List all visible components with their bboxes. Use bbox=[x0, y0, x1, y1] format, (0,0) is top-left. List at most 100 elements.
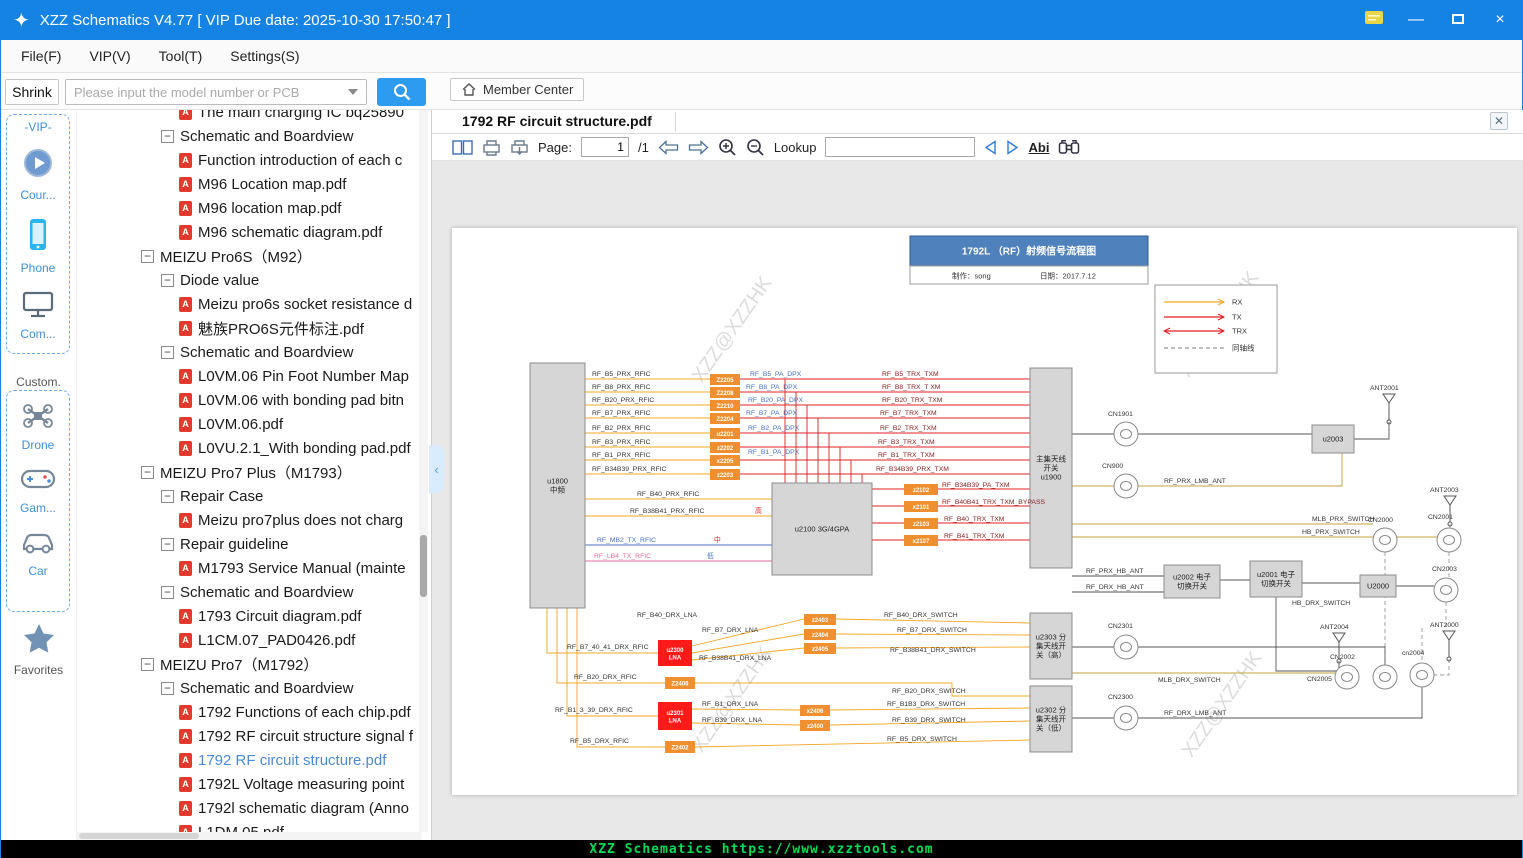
tree-file[interactable]: A M96 Location map.pdf bbox=[77, 172, 422, 196]
sidebar-item-car-label[interactable]: Car bbox=[28, 564, 47, 578]
menu-settings[interactable]: Settings(S) bbox=[216, 48, 313, 64]
collapse-minus-icon[interactable]: − bbox=[141, 249, 154, 263]
binoculars-search-icon[interactable] bbox=[1058, 139, 1080, 155]
print-current-page-icon[interactable] bbox=[510, 139, 529, 156]
sidebar-item-phone[interactable] bbox=[27, 218, 49, 257]
sidebar-item-course-label[interactable]: Cour... bbox=[20, 188, 55, 202]
signal-label: MLB_DRX_SWITCH bbox=[1158, 677, 1221, 684]
minimize-button[interactable]: — bbox=[1406, 11, 1426, 29]
tree-folder[interactable]: − Schematic and Boardview bbox=[77, 340, 422, 364]
model-search-input[interactable] bbox=[66, 84, 348, 100]
tree-folder[interactable]: − MEIZU Pro7 Plus（M1793） bbox=[77, 460, 422, 484]
tree-file[interactable]: A 1792 RF circuit structure.pdf bbox=[77, 748, 422, 772]
collapse-minus-icon[interactable]: − bbox=[161, 273, 174, 287]
menu-file[interactable]: File(F) bbox=[7, 48, 75, 64]
menubar: File(F) VIP(V) Tool(T) Settings(S) bbox=[1, 40, 1522, 73]
sidebar-item-drone[interactable] bbox=[22, 401, 54, 434]
sidebar-item-car[interactable] bbox=[20, 529, 56, 560]
tree-file[interactable]: A Function introduction of each c bbox=[77, 148, 422, 172]
sidebar-item-computer-label[interactable]: Com... bbox=[20, 327, 55, 341]
find-next-icon[interactable] bbox=[1006, 139, 1019, 155]
search-icon bbox=[393, 84, 410, 101]
tree-file[interactable]: A 1792 RF circuit structure signal f bbox=[77, 724, 422, 748]
tree-vertical-scrollbar[interactable] bbox=[419, 110, 428, 832]
tree-folder[interactable]: − Diode value bbox=[77, 268, 422, 292]
collapse-minus-icon[interactable]: − bbox=[161, 489, 174, 503]
signal-label: RF_B1_DRX_LNA bbox=[702, 701, 759, 708]
tree-file[interactable]: A L0VM.06 with bonding pad bitn bbox=[77, 388, 422, 412]
tree-item-label: Repair Case bbox=[180, 487, 264, 505]
scrollbar-thumb[interactable] bbox=[79, 833, 199, 839]
antenna-label: ANT2003 bbox=[1430, 487, 1459, 494]
zoom-out-icon[interactable] bbox=[746, 138, 765, 157]
sidebar-item-drone-label[interactable]: Drone bbox=[22, 438, 55, 452]
lookup-input[interactable] bbox=[825, 137, 976, 157]
tree-folder[interactable]: − Schematic and Boardview bbox=[77, 124, 422, 148]
tree-file[interactable]: A Meizu pro7plus does not charg bbox=[77, 508, 422, 532]
menu-tool[interactable]: Tool(T) bbox=[145, 48, 217, 64]
tree-folder[interactable]: − Repair guideline bbox=[77, 532, 422, 556]
collapse-minus-icon[interactable]: − bbox=[161, 129, 174, 143]
collapse-minus-icon[interactable]: − bbox=[161, 681, 174, 695]
sidebar-item-phone-label[interactable]: Phone bbox=[21, 261, 56, 275]
search-button[interactable] bbox=[377, 78, 426, 106]
close-button[interactable]: × bbox=[1490, 11, 1510, 29]
tree-file[interactable]: A 1792L Voltage measuring point bbox=[77, 772, 422, 796]
tree-folder[interactable]: − Schematic and Boardview bbox=[77, 580, 422, 604]
tree-folder[interactable]: − MEIZU Pro6S（M92） bbox=[77, 244, 422, 268]
tree-file[interactable]: A 1793 Circuit diagram.pdf bbox=[77, 604, 422, 628]
shrink-button[interactable]: Shrink bbox=[5, 79, 59, 105]
find-previous-icon[interactable] bbox=[984, 139, 997, 155]
sidebar-item-course[interactable] bbox=[22, 147, 54, 184]
tree-file[interactable]: A M96 schematic diagram.pdf bbox=[77, 220, 422, 244]
tree-file[interactable]: A M1793 Service Manual (mainte bbox=[77, 556, 422, 580]
dropdown-chevron-icon[interactable] bbox=[348, 89, 358, 95]
tree-folder[interactable]: − MEIZU Pro7（M1792） bbox=[77, 652, 422, 676]
document-tab-bar: 1792 RF circuit structure.pdf ✕ bbox=[432, 110, 1523, 134]
pdf-file-icon: A bbox=[179, 200, 192, 216]
tree-folder[interactable]: − Schematic and Boardview bbox=[77, 676, 422, 700]
tree-file[interactable]: A M96 location map.pdf bbox=[77, 196, 422, 220]
menu-vip[interactable]: VIP(V) bbox=[75, 48, 144, 64]
tree-file[interactable]: A 魅族PRO6S元件标注.pdf bbox=[77, 316, 422, 340]
tree-horizontal-scrollbar[interactable] bbox=[77, 832, 422, 840]
close-document-icon[interactable]: ✕ bbox=[1490, 112, 1508, 130]
tree-file[interactable]: A L1CM.07_PAD0426.pdf bbox=[77, 628, 422, 652]
pdf-canvas[interactable]: XZZ@XZZHKXZZ@XZZHKXZZ@XZZHKXZZ@XZZHKu180… bbox=[432, 161, 1523, 840]
schematic-maker: 制作：song bbox=[952, 271, 991, 281]
connector-pin bbox=[1440, 585, 1452, 595]
collapse-minus-icon[interactable]: − bbox=[161, 585, 174, 599]
match-case-toggle[interactable]: Abi bbox=[1028, 140, 1049, 155]
collapse-minus-icon[interactable]: − bbox=[161, 345, 174, 359]
next-page-icon[interactable] bbox=[688, 139, 709, 155]
sidebar-item-favorites[interactable]: Favorites bbox=[1, 622, 76, 677]
maximize-button[interactable] bbox=[1448, 11, 1468, 29]
signal-label: RF_PRX_LMB_ANT bbox=[1164, 478, 1226, 485]
tree-file[interactable]: A The main charging IC bq25890 bbox=[77, 110, 422, 124]
prev-page-icon[interactable] bbox=[658, 139, 679, 155]
signal-label: RF_B38B41_PRX_RFIC bbox=[630, 508, 705, 515]
collapse-minus-icon[interactable]: − bbox=[141, 657, 154, 671]
sidebar-item-computer[interactable] bbox=[22, 291, 54, 323]
tree-file[interactable]: A Meizu pro6s socket resistance d bbox=[77, 292, 422, 316]
collapse-minus-icon[interactable]: − bbox=[141, 465, 154, 479]
page-number-input[interactable] bbox=[580, 137, 629, 157]
model-search-combo[interactable] bbox=[65, 79, 367, 105]
zoom-in-icon[interactable] bbox=[718, 138, 737, 157]
sidebar-item-game[interactable] bbox=[20, 466, 56, 497]
sidebar-item-game-label[interactable]: Gam... bbox=[20, 501, 56, 515]
tree-folder[interactable]: − Repair Case bbox=[77, 484, 422, 508]
tab-member-center[interactable]: Member Center bbox=[450, 78, 585, 101]
tree-file[interactable]: A L0VM.06 Pin Foot Number Map bbox=[77, 364, 422, 388]
tree-file[interactable]: A 1792 Functions of each chip.pdf bbox=[77, 700, 422, 724]
collapse-minus-icon[interactable]: − bbox=[161, 537, 174, 551]
two-page-view-icon[interactable] bbox=[452, 139, 473, 155]
tree-file[interactable]: A L0VM.06.pdf bbox=[77, 412, 422, 436]
collapse-tree-handle[interactable]: ‹ bbox=[429, 445, 444, 493]
tree-file[interactable]: A L0VU.2.1_With bonding pad.pdf bbox=[77, 436, 422, 460]
print-icon[interactable] bbox=[482, 139, 501, 156]
vip-card-icon[interactable] bbox=[1364, 10, 1384, 30]
tree-file[interactable]: A 1792l schematic diagram (Anno bbox=[77, 796, 422, 820]
document-tab[interactable]: 1792 RF circuit structure.pdf bbox=[462, 113, 652, 129]
scrollbar-thumb[interactable] bbox=[420, 535, 427, 597]
